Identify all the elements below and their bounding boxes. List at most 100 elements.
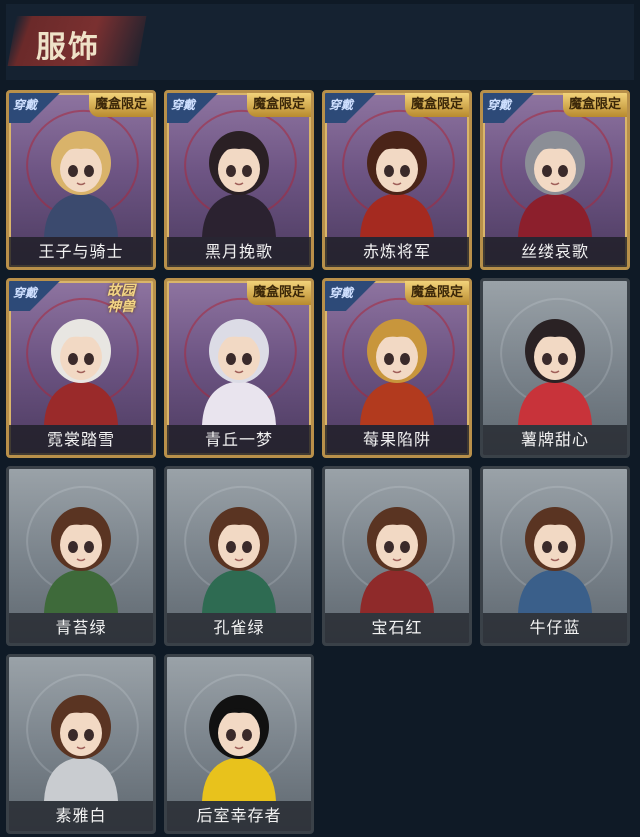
left-eye	[384, 541, 394, 554]
right-eye	[242, 165, 252, 178]
costume-name: 霓裳踏雪	[9, 425, 153, 455]
left-eye	[226, 165, 236, 178]
left-eye	[68, 165, 78, 178]
left-eye	[384, 165, 394, 178]
character-portrait	[44, 131, 118, 238]
costume-card[interactable]: 穿戴 魔盒限定王子与骑士	[6, 90, 156, 270]
costume-card[interactable]: 薯牌甜心	[480, 278, 630, 458]
worn-badge: 穿戴	[9, 93, 63, 123]
character-portrait	[44, 319, 118, 426]
costume-card[interactable]: 穿戴 魔盒限定黑月挽歌	[164, 90, 314, 270]
outfit-shape	[360, 569, 434, 614]
left-eye	[226, 541, 236, 554]
left-eye	[68, 729, 78, 742]
right-eye	[84, 353, 94, 366]
limited-badge: 魔盒限定	[562, 93, 627, 117]
character-portrait	[44, 695, 118, 802]
outfit-shape	[518, 569, 592, 614]
outfit-shape	[44, 193, 118, 238]
right-eye	[84, 729, 94, 742]
costume-name: 王子与骑士	[9, 237, 153, 267]
worn-badge: 穿戴	[325, 93, 379, 123]
character-portrait	[202, 319, 276, 426]
costume-grid: 穿戴 魔盒限定 王子与骑士 穿戴 魔盒限定 黑月挽歌 穿戴 魔盒限定 赤炼将军 穿戴 魔盒限定 丝缕哀…	[0, 0, 640, 837]
right-eye	[558, 541, 568, 554]
character-portrait	[360, 131, 434, 238]
worn-badge: 穿戴	[9, 281, 63, 311]
costume-card[interactable]: 素雅白	[6, 654, 156, 834]
right-eye	[242, 353, 252, 366]
character-portrait	[518, 507, 592, 614]
worn-badge: 穿戴	[167, 93, 221, 123]
costume-name: 莓果陷阱	[325, 425, 469, 455]
right-eye	[558, 353, 568, 366]
outfit-shape	[44, 757, 118, 802]
right-eye	[558, 165, 568, 178]
costume-name: 青丘一梦	[167, 425, 311, 455]
outfit-shape	[360, 381, 434, 426]
costume-card[interactable]: 魔盒限定青丘一梦	[164, 278, 314, 458]
costume-card[interactable]: 穿戴 魔盒限定赤炼将军	[322, 90, 472, 270]
costume-card[interactable]: 宝石红	[322, 466, 472, 646]
outfit-shape	[202, 381, 276, 426]
right-eye	[84, 165, 94, 178]
left-eye	[68, 353, 78, 366]
limited-badge: 魔盒限定	[88, 93, 153, 117]
character-portrait	[202, 131, 276, 238]
myth-badge: 故园 神兽	[91, 283, 151, 319]
costume-card[interactable]: 穿戴 故园 神兽 霓裳踏雪	[6, 278, 156, 458]
character-portrait	[518, 131, 592, 238]
costume-card[interactable]: 牛仔蓝	[480, 466, 630, 646]
costume-name: 后室幸存者	[167, 801, 311, 831]
outfit-shape	[360, 193, 434, 238]
left-eye	[542, 541, 552, 554]
outfit-shape	[44, 381, 118, 426]
limited-badge: 魔盒限定	[246, 93, 311, 117]
costume-card[interactable]: 后室幸存者	[164, 654, 314, 834]
right-eye	[242, 541, 252, 554]
myth-badge-line2: 神兽	[107, 299, 135, 315]
right-eye	[400, 541, 410, 554]
left-eye	[226, 353, 236, 366]
worn-badge: 穿戴	[325, 281, 379, 311]
costume-name: 宝石红	[325, 613, 469, 643]
outfit-shape	[202, 569, 276, 614]
costume-name: 牛仔蓝	[483, 613, 627, 643]
costume-card[interactable]: 穿戴 魔盒限定莓果陷阱	[322, 278, 472, 458]
costume-name: 青苔绿	[9, 613, 153, 643]
right-eye	[400, 165, 410, 178]
outfit-shape	[202, 757, 276, 802]
left-eye	[384, 353, 394, 366]
right-eye	[84, 541, 94, 554]
costume-name: 赤炼将军	[325, 237, 469, 267]
outfit-shape	[202, 193, 276, 238]
character-portrait	[360, 507, 434, 614]
costume-name: 素雅白	[9, 801, 153, 831]
left-eye	[542, 165, 552, 178]
costume-name: 薯牌甜心	[483, 425, 627, 455]
costume-card[interactable]: 孔雀绿	[164, 466, 314, 646]
limited-badge: 魔盒限定	[404, 93, 469, 117]
right-eye	[400, 353, 410, 366]
outfit-shape	[44, 569, 118, 614]
left-eye	[542, 353, 552, 366]
costume-name: 黑月挽歌	[167, 237, 311, 267]
right-eye	[242, 729, 252, 742]
costume-name: 孔雀绿	[167, 613, 311, 643]
left-eye	[226, 729, 236, 742]
character-portrait	[518, 319, 592, 426]
character-portrait	[202, 507, 276, 614]
character-portrait	[44, 507, 118, 614]
limited-badge: 魔盒限定	[246, 281, 311, 305]
left-eye	[68, 541, 78, 554]
costume-card[interactable]: 穿戴 魔盒限定丝缕哀歌	[480, 90, 630, 270]
costume-card[interactable]: 青苔绿	[6, 466, 156, 646]
outfit-shape	[518, 381, 592, 426]
myth-badge-line1: 故园	[107, 283, 135, 299]
outfit-shape	[518, 193, 592, 238]
limited-badge: 魔盒限定	[404, 281, 469, 305]
costume-name: 丝缕哀歌	[483, 237, 627, 267]
character-portrait	[360, 319, 434, 426]
character-portrait	[202, 695, 276, 802]
worn-badge: 穿戴	[483, 93, 537, 123]
